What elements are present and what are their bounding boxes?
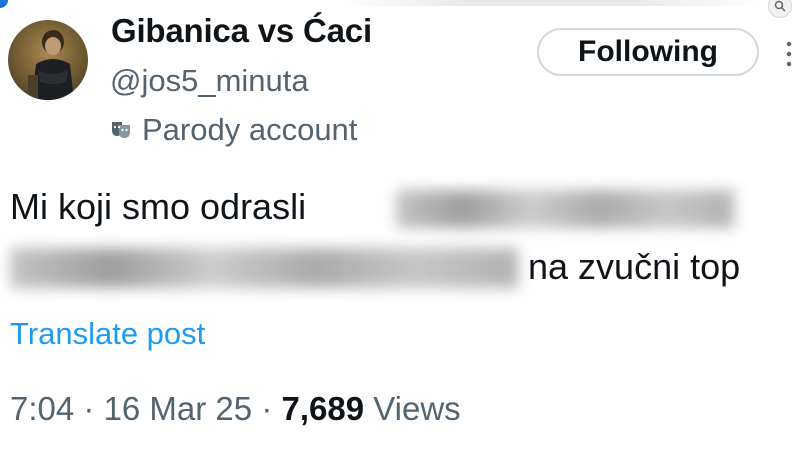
user-handle[interactable]: @jos5_minuta xyxy=(110,63,309,99)
views-label: Views xyxy=(364,390,461,427)
redacted-text-block xyxy=(10,248,518,288)
redacted-text-block xyxy=(396,190,734,228)
parody-account-text: Parody account xyxy=(142,112,358,147)
separator: · xyxy=(74,390,104,427)
post-time[interactable]: 7:04 xyxy=(10,390,74,427)
avatar[interactable] xyxy=(8,20,88,100)
corner-badge-icon xyxy=(0,0,8,8)
post-date[interactable]: 16 Mar 25 xyxy=(104,390,253,427)
magnifier-icon[interactable] xyxy=(768,0,792,18)
top-edge-fade xyxy=(340,0,760,6)
tweet-text-line-2: na zvučni top xyxy=(528,246,741,287)
avatar-photo xyxy=(28,30,74,100)
translate-post-link[interactable]: Translate post xyxy=(10,316,205,352)
more-vertical-icon[interactable] xyxy=(782,40,796,68)
separator: · xyxy=(252,390,282,427)
theater-masks-icon xyxy=(110,119,132,141)
parody-account-label: Parody account xyxy=(110,112,357,148)
following-button[interactable]: Following xyxy=(537,28,759,76)
display-name[interactable]: Gibanica vs Ćaci xyxy=(111,12,372,50)
views-count: 7,689 xyxy=(281,390,365,427)
tweet-metadata: 7:04 · 16 Mar 25 · 7,689 Views xyxy=(10,390,461,428)
